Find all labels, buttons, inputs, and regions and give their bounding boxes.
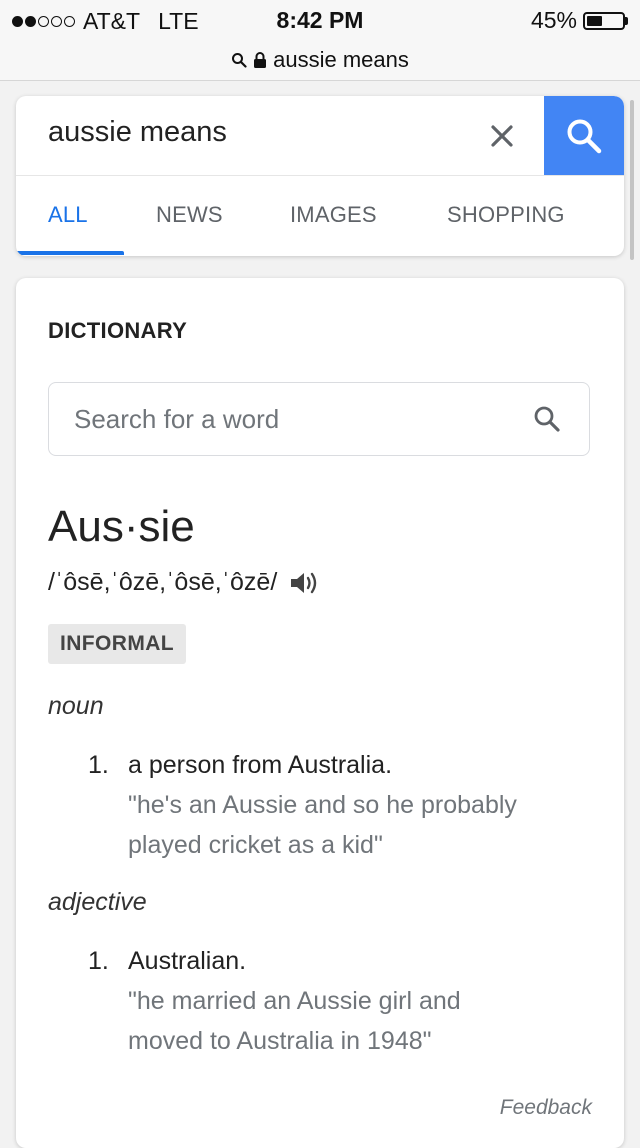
battery-fill: [587, 15, 603, 26]
sense-definition: Australian.: [128, 947, 247, 975]
address-text: aussie means: [273, 47, 409, 72]
close-icon: [491, 125, 513, 147]
battery-percent: 45%: [530, 7, 577, 33]
tab-images[interactable]: IMAGES: [290, 202, 377, 228]
dictionary-card: DICTIONARY Search for a word Aus·sie /ˈô…: [16, 278, 624, 1148]
sense-example-line: played cricket as a kid": [128, 831, 383, 859]
sense-example: "he married an Aussie girl and moved to …: [128, 981, 598, 1061]
search-icon[interactable]: [533, 405, 561, 433]
status-bar: AT&T LTE 8:42 PM 45%: [0, 0, 640, 40]
search-query-row: aussie means: [16, 96, 624, 176]
status-right: 45%: [531, 7, 628, 34]
feedback-link[interactable]: Feedback: [500, 1096, 592, 1120]
search-card: aussie means ALL NEWS IMAGES SHOPPING: [16, 96, 624, 256]
search-button[interactable]: [544, 96, 624, 176]
pronunciation-row: /ˈôsē,ˈôzē,ˈôsē,ˈôzē/: [48, 568, 319, 597]
tab-shopping[interactable]: SHOPPING: [447, 202, 565, 228]
lock-icon: [254, 52, 267, 68]
sense-example-line: moved to Australia in 1948": [128, 1027, 432, 1055]
headword: Aus·sie: [48, 502, 195, 551]
sense-definition: a person from Australia.: [128, 751, 393, 779]
sense-number: 1.: [88, 751, 109, 779]
sense-example: "he's an Aussie and so he probably playe…: [128, 785, 598, 865]
clear-search-button[interactable]: [482, 116, 522, 156]
word-search-field[interactable]: Search for a word: [48, 382, 590, 456]
active-tab-indicator: [16, 251, 124, 255]
search-icon: [567, 119, 602, 154]
dictionary-heading: DICTIONARY: [48, 318, 188, 343]
tab-all[interactable]: ALL: [48, 202, 88, 228]
search-tabs: ALL NEWS IMAGES SHOPPING: [16, 176, 624, 256]
part-of-speech: noun: [48, 692, 104, 720]
sense-number: 1.: [88, 947, 109, 975]
search-icon: [232, 53, 247, 68]
address-bar[interactable]: aussie means: [0, 40, 640, 81]
search-query-input[interactable]: aussie means: [48, 116, 227, 149]
word-search-placeholder: Search for a word: [74, 404, 280, 434]
pronunciation: /ˈôsē,ˈôzē,ˈôsē,ˈôzē/: [48, 568, 278, 596]
sense-example-line: "he married an Aussie girl and: [128, 987, 461, 1015]
battery-icon: [583, 11, 628, 30]
speaker-icon[interactable]: [289, 570, 319, 596]
scrollbar[interactable]: [630, 100, 634, 260]
part-of-speech: adjective: [48, 888, 147, 916]
register-badge: INFORMAL: [48, 624, 187, 664]
tab-news[interactable]: NEWS: [156, 202, 223, 228]
sense-example-line: "he's an Aussie and so he probably: [128, 791, 517, 819]
